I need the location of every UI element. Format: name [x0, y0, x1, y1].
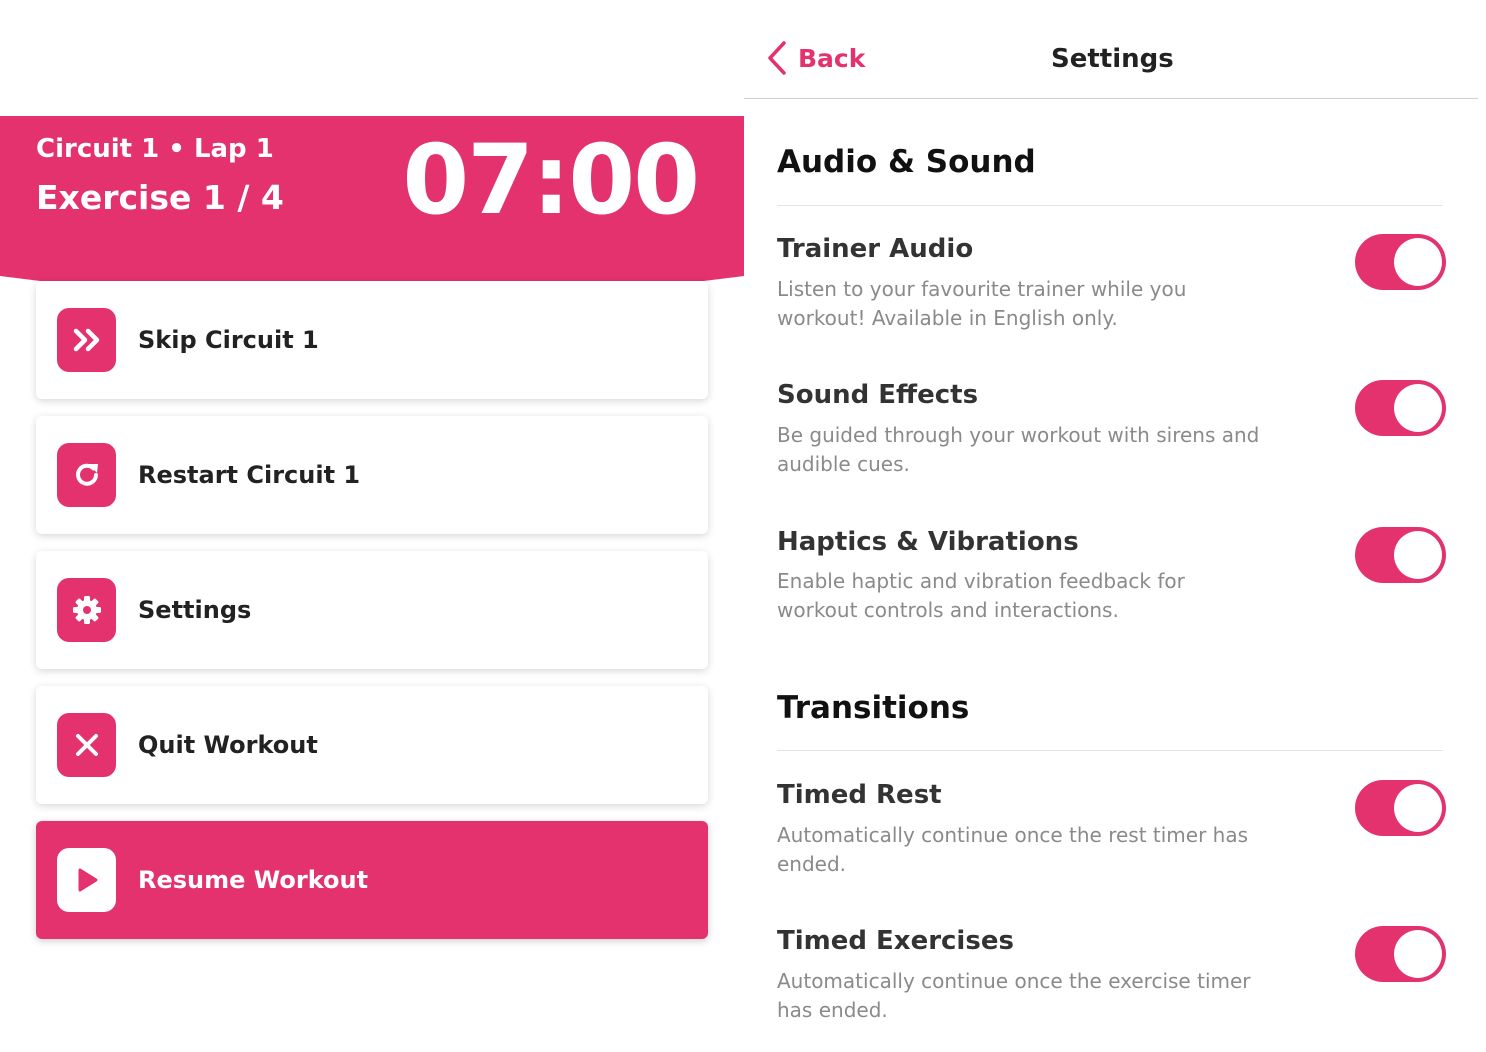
settings-button[interactable]: Settings: [36, 551, 708, 669]
timed-rest-description: Automatically continue once the rest tim…: [777, 823, 1249, 876]
resume-workout-label: Resume Workout: [138, 866, 369, 894]
section-title-audio: Audio & Sound: [777, 144, 1036, 180]
trainer-audio-title: Trainer Audio: [777, 234, 974, 264]
haptics-description: Enable haptic and vibration feedback for…: [777, 569, 1185, 622]
timed-exercises-title: Timed Exercises: [777, 926, 1014, 956]
toggle-knob: [1394, 238, 1442, 286]
section-title-transitions: Transitions: [777, 690, 970, 726]
chevron-left-icon: [768, 41, 786, 75]
back-button[interactable]: Back: [766, 40, 865, 76]
restart-icon: [57, 443, 116, 507]
settings-label: Settings: [138, 596, 252, 624]
settings-panel: Back Settings Audio & Sound Trainer Audi…: [744, 0, 1486, 1052]
section-divider: [777, 750, 1443, 751]
quit-workout-button[interactable]: Quit Workout: [36, 686, 708, 804]
play-icon: [57, 848, 116, 912]
circuit-lap-label: Circuit 1 • Lap 1: [36, 134, 274, 164]
exercise-count-label: Exercise 1 / 4: [36, 178, 284, 217]
restart-circuit-label: Restart Circuit 1: [138, 461, 361, 489]
back-label: Back: [798, 43, 866, 73]
toggle-knob: [1394, 384, 1442, 432]
page-title: Settings: [1051, 44, 1174, 74]
toggle-knob: [1394, 930, 1442, 978]
timed-rest-title: Timed Rest: [777, 780, 942, 810]
skip-circuit-label: Skip Circuit 1: [138, 326, 319, 354]
restart-circuit-button[interactable]: Restart Circuit 1: [36, 416, 708, 534]
gear-icon: [57, 578, 116, 642]
skip-forward-icon: [57, 308, 116, 372]
settings-topbar: Back Settings: [744, 0, 1478, 99]
timed-exercises-toggle[interactable]: [1355, 926, 1446, 982]
timed-exercises-description: Automatically continue once the exercise…: [777, 969, 1251, 1022]
timed-rest-toggle[interactable]: [1355, 780, 1446, 836]
haptics-title: Haptics & Vibrations: [777, 527, 1079, 557]
section-divider: [777, 205, 1443, 206]
haptics-toggle[interactable]: [1355, 527, 1446, 583]
close-icon: [57, 713, 116, 777]
sound-effects-title: Sound Effects: [777, 380, 979, 410]
skip-circuit-button[interactable]: Skip Circuit 1: [36, 281, 708, 399]
toggle-knob: [1394, 531, 1442, 579]
sound-effects-toggle[interactable]: [1355, 380, 1446, 436]
sound-effects-description: Be guided through your workout with sire…: [777, 423, 1260, 476]
toggle-knob: [1394, 784, 1442, 832]
workout-timer: 07:00: [402, 124, 700, 236]
workout-pause-panel: Circuit 1 • Lap 1 Exercise 1 / 4 07:00 S…: [0, 0, 744, 1052]
trainer-audio-description: Listen to your favourite trainer while y…: [777, 277, 1187, 330]
quit-workout-label: Quit Workout: [138, 731, 318, 759]
resume-workout-button[interactable]: Resume Workout: [36, 821, 708, 939]
trainer-audio-toggle[interactable]: [1355, 234, 1446, 290]
